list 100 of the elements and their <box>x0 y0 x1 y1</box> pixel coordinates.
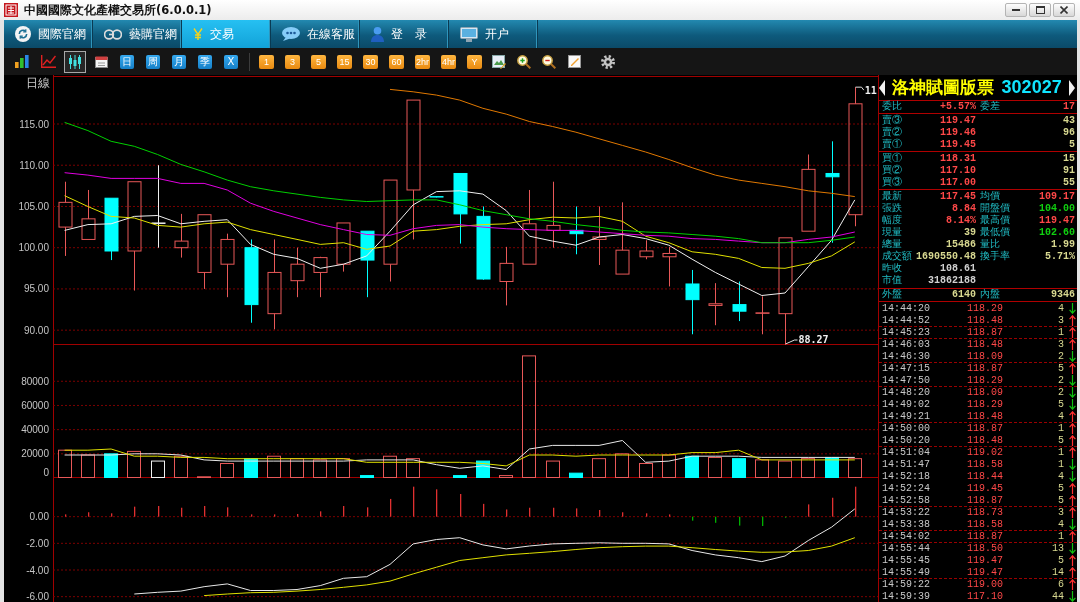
period-button[interactable]: 月 <box>172 54 186 69</box>
indicator-bar <box>669 514 671 517</box>
quote-label: 內盤 <box>980 289 1001 301</box>
interval-button[interactable]: 3 <box>285 54 300 69</box>
indicator-bar <box>413 486 415 517</box>
volume-bar <box>174 455 188 478</box>
y-axis-label: 110.00 <box>19 159 49 171</box>
trade-time: 14:59:22 <box>882 579 931 590</box>
interval-button[interactable]: Y <box>467 54 483 69</box>
nav-tab[interactable]: 交易 <box>182 20 271 48</box>
trade-time: 14:52:18 <box>882 471 931 482</box>
indicator-bar <box>832 497 834 517</box>
trade-volume: 44 <box>1051 591 1064 602</box>
volume-bar <box>801 458 815 478</box>
ask-price: 119.45 <box>939 139 976 151</box>
chart-type-button[interactable] <box>64 50 86 73</box>
trade-time: 14:49:21 <box>882 411 931 422</box>
ask-volume: 5 <box>1068 139 1075 151</box>
trade-volume: 2 <box>1057 351 1064 362</box>
volume-bar <box>290 458 304 478</box>
zoom-in-icon[interactable] <box>517 54 532 69</box>
candle <box>662 246 677 287</box>
trade-price: 118.09 <box>966 387 1003 398</box>
trade-volume: 5 <box>1057 483 1064 494</box>
candle <box>592 205 607 266</box>
trade-volume: 6 <box>1057 579 1064 590</box>
y-axis-label: 40000 <box>21 424 49 436</box>
volume-bar <box>848 458 862 478</box>
interval-button[interactable]: 5 <box>311 54 326 69</box>
interval-button[interactable]: 1 <box>259 54 274 69</box>
maximize-button[interactable] <box>1029 3 1051 17</box>
ask-volume: 43 <box>1062 115 1075 127</box>
bid-label: 買② <box>882 165 903 176</box>
trade-time: 14:46:30 <box>882 351 931 362</box>
period-button[interactable]: 季 <box>198 54 212 69</box>
trade-volume: 13 <box>1051 543 1064 554</box>
candle <box>360 230 375 298</box>
trade-time: 14:44:20 <box>882 303 931 314</box>
indicator-bar <box>692 516 694 521</box>
interval-button[interactable]: 2hr <box>415 54 430 69</box>
left-triangle-icon[interactable] <box>879 79 885 96</box>
period-button[interactable]: X <box>224 54 238 69</box>
volume-bar <box>58 449 72 478</box>
trade-time: 14:49:02 <box>882 399 931 410</box>
ask-price: 119.47 <box>939 115 976 127</box>
y-axis-label: 115.00 <box>19 118 49 130</box>
volume-bar <box>127 450 141 478</box>
indicator-bar <box>646 513 648 517</box>
candle <box>104 197 119 261</box>
period-button[interactable]: 周 <box>146 54 160 69</box>
trade-time: 14:53:38 <box>882 519 931 530</box>
interval-button[interactable]: 4hr <box>441 54 457 69</box>
bid-label: 買③ <box>882 177 903 189</box>
trade-price: 118.58 <box>966 459 1003 470</box>
trade-volume: 4 <box>1057 519 1064 530</box>
candlestick-icon <box>68 54 82 69</box>
indicator-bar <box>622 512 624 517</box>
quote-value: 104.00 <box>1038 203 1075 215</box>
quote-value: 117.45 <box>939 191 976 203</box>
volume-bar <box>313 459 327 478</box>
volume-bar <box>406 458 420 478</box>
period-button[interactable]: 日 <box>120 54 134 69</box>
zoom-out-icon[interactable] <box>542 54 557 69</box>
indicator-bar <box>808 504 810 517</box>
indicator-bar <box>111 513 113 517</box>
trade-volume: 5 <box>1057 435 1064 446</box>
leader-line <box>855 86 865 91</box>
interval-button[interactable]: 30 <box>363 54 378 69</box>
minimize-button[interactable] <box>1005 3 1027 17</box>
volume-bar <box>267 455 281 478</box>
settings-icon[interactable] <box>601 54 616 69</box>
y-axis-label: 100.00 <box>18 242 49 254</box>
yen-icon <box>193 28 203 40</box>
interval-button[interactable]: 60 <box>389 54 404 69</box>
trade-volume: 1 <box>1057 459 1064 470</box>
indicator-bar <box>158 506 160 517</box>
indicator-bar <box>785 516 787 518</box>
quote-label: 市值 <box>882 275 903 287</box>
quote-value: 119.47 <box>1038 215 1075 227</box>
candle <box>453 173 468 245</box>
trade-volume: 2 <box>1057 387 1064 398</box>
close-button[interactable] <box>1053 3 1075 17</box>
trade-volume: 3 <box>1057 339 1064 350</box>
ask-label: 賣③ <box>882 115 903 126</box>
volume-bar <box>453 475 467 478</box>
image-pencil-icon[interactable] <box>492 54 507 69</box>
indicator-bar <box>576 508 578 517</box>
indicator-bar <box>762 516 764 526</box>
notepad-pencil-icon[interactable] <box>568 55 582 68</box>
indicator-bar <box>529 507 531 517</box>
quote-label: 均價 <box>980 191 1001 203</box>
bid-price: 117.10 <box>939 165 976 177</box>
interval-button[interactable]: 15 <box>337 54 352 69</box>
indicator-bar <box>134 506 136 517</box>
user-icon <box>371 26 384 42</box>
calendar-icon[interactable] <box>95 55 108 68</box>
right-triangle-icon[interactable] <box>1068 79 1075 96</box>
trade-time: 14:44:52 <box>882 315 931 326</box>
y-axis-label: -4.00 <box>26 564 49 576</box>
volume-bar <box>81 454 95 478</box>
